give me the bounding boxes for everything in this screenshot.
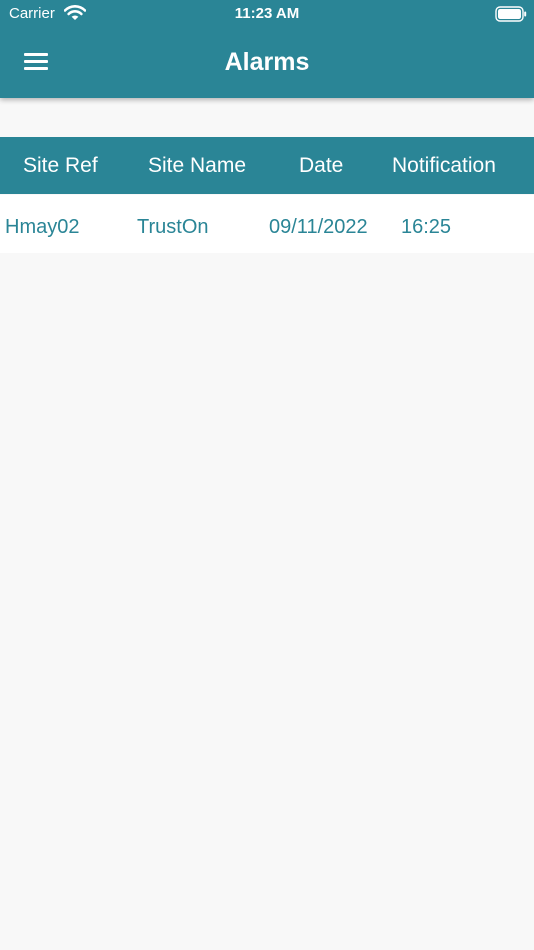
column-header-site-name[interactable]: Site Name: [148, 137, 246, 194]
cell-notification: 16:25: [401, 216, 452, 238]
cell-site-name: TrustOn: [137, 216, 209, 238]
column-header-notification[interactable]: Notification: [392, 137, 496, 194]
table-header: Site Ref Site Name Date Notification: [0, 137, 534, 194]
page-title: Alarms: [224, 48, 310, 76]
column-header-site-ref[interactable]: Site Ref: [23, 137, 98, 194]
cell-site-ref: Hmay02: [5, 216, 80, 238]
table-row[interactable]: Hmay02 TrustOn 09/11/2022 16:25: [0, 195, 534, 253]
cell-date: 09/11/2022: [269, 216, 368, 238]
status-time: 11:23 AM: [234, 5, 300, 22]
battery-icon: [495, 6, 527, 22]
status-bar: Carrier 11:23 AM: [0, 0, 534, 28]
app-bar: Carrier 11:23 AM Alarms: [0, 0, 534, 98]
column-header-date[interactable]: Date: [299, 137, 343, 194]
